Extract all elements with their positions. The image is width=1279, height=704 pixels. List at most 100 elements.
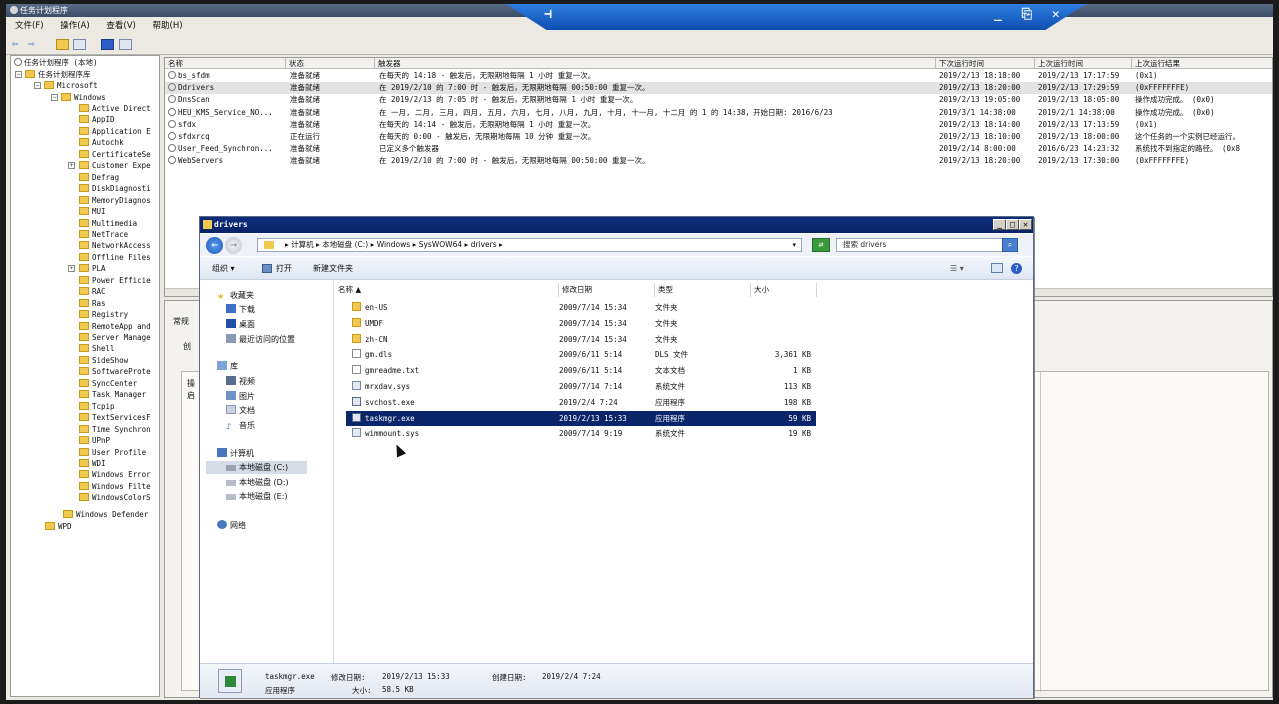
- nav-drive-d[interactable]: 本地磁盘 (D:): [226, 476, 289, 489]
- help-icon[interactable]: [101, 39, 114, 50]
- tree-item[interactable]: User Profile: [79, 447, 146, 458]
- back-arrow-icon[interactable]: ⇦: [12, 38, 25, 50]
- show-action-pane-icon[interactable]: [119, 39, 132, 50]
- new-folder-button[interactable]: 新建文件夹: [313, 257, 353, 280]
- menu-file[interactable]: 文件(F): [15, 21, 44, 31]
- address-bar[interactable]: ▸ 计算机 ▸ 本地磁盘 (C:) ▸ Windows ▸ SysWOW64 ▸…: [257, 238, 802, 252]
- tree-item[interactable]: UPnP: [79, 435, 110, 446]
- dropdown-arrow-icon[interactable]: ▾: [792, 239, 796, 251]
- file-row[interactable]: gmreadme.txt 2009/6/11 5:14 文本文档 1 KB: [346, 363, 816, 378]
- tree-windows[interactable]: Windows: [61, 92, 106, 103]
- tree-item[interactable]: PLA: [79, 263, 106, 274]
- open-button[interactable]: 打开: [276, 257, 292, 280]
- expand-toggle[interactable]: +: [68, 265, 75, 273]
- file-row[interactable]: en-US 2009/7/14 15:34 文件夹: [346, 300, 816, 315]
- task-row[interactable]: bs_sfdm 准备就绪 在每天的 14:18 - 触发后，无限期地每隔 1 小时 …: [165, 70, 1272, 82]
- file-row[interactable]: mrxdav.sys 2009/7/14 7:14 系统文件 113 KB: [346, 379, 816, 394]
- nav-favorites[interactable]: ★ 收藏夹: [217, 289, 254, 302]
- task-row[interactable]: HEU_KMS_Service_NO... 准备就绪 在 一月, 二月, 三月, 四…: [165, 107, 1272, 119]
- tree-windows-defender[interactable]: Windows Defender: [63, 509, 148, 520]
- tree-item[interactable]: SyncCenter: [79, 378, 137, 389]
- preview-pane-icon[interactable]: [991, 263, 1003, 273]
- tree-item[interactable]: Windows Filte: [79, 481, 151, 492]
- column-size[interactable]: 大小: [751, 283, 817, 297]
- tree-wpd[interactable]: WPD: [45, 521, 72, 532]
- tree-item[interactable]: Multimedia: [79, 218, 137, 229]
- tree-item[interactable]: Customer Expe: [79, 160, 151, 171]
- file-row[interactable]: gm.dls 2009/6/11 5:14 DLS 文件 3,361 KB: [346, 347, 816, 362]
- task-row[interactable]: Ddrivers 准备就绪 在 2019/2/10 的 7:00 时 - 触发后，无…: [165, 82, 1272, 95]
- file-row[interactable]: zh-CN 2009/7/14 15:34 文件夹: [346, 332, 816, 347]
- expand-toggle[interactable]: +: [68, 162, 75, 170]
- nav-computer[interactable]: 计算机: [217, 447, 254, 460]
- task-row[interactable]: sfdxrcq 正在运行 在每天的 0:00 - 触发后，无限期地每隔 10 分钟 …: [165, 131, 1272, 143]
- tree-item[interactable]: Offline Files: [79, 252, 151, 263]
- file-row[interactable]: taskmgr.exe 2019/2/13 15:33 应用程序 59 KB: [346, 410, 816, 426]
- nav-pictures[interactable]: 图片: [226, 390, 255, 403]
- column-type[interactable]: 类型: [655, 283, 751, 297]
- tree-item[interactable]: Windows Error: [79, 469, 151, 480]
- explorer-titlebar[interactable]: drivers _ □ ✕: [200, 217, 1033, 233]
- nav-drive-e[interactable]: 本地磁盘 (E:): [226, 490, 288, 503]
- nav-network[interactable]: 网络: [217, 519, 246, 532]
- tree-item[interactable]: Time Synchron: [79, 424, 151, 435]
- forward-button[interactable]: →: [225, 237, 242, 254]
- column-header-last-result[interactable]: 上次运行结果: [1132, 58, 1272, 69]
- collapse-toggle[interactable]: −: [51, 94, 58, 101]
- organize-button[interactable]: 组织 ▾: [212, 257, 235, 280]
- task-row[interactable]: sfdx 准备就绪 在每天的 14:14 - 触发后，无限期地每隔 1 小时 重复一…: [165, 119, 1272, 131]
- search-input[interactable]: 搜索 drivers ⌕: [836, 238, 1018, 252]
- tree-task-library[interactable]: 任务计划程序库: [25, 69, 91, 80]
- file-row[interactable]: UMDF 2009/7/14 15:34 文件夹: [346, 316, 816, 331]
- forward-arrow-icon[interactable]: ⇨: [28, 38, 41, 50]
- nav-videos[interactable]: 视频: [226, 375, 255, 388]
- back-button[interactable]: ←: [206, 237, 223, 254]
- nav-drive-c[interactable]: 本地磁盘 (C:): [206, 461, 307, 474]
- tree-item[interactable]: NetworkAccess: [79, 240, 151, 251]
- tree-item[interactable]: Registry: [79, 309, 128, 320]
- folder-up-icon[interactable]: [56, 39, 69, 50]
- tree-item[interactable]: MemoryDiagnos: [79, 195, 151, 206]
- tab-general[interactable]: 常规: [173, 316, 189, 327]
- tree-item[interactable]: WindowsColorS: [79, 492, 151, 503]
- minimize-button[interactable]: _: [993, 219, 1006, 230]
- collapse-toggle[interactable]: −: [15, 71, 22, 78]
- tree-item[interactable]: AppID: [79, 114, 115, 125]
- tree-root[interactable]: 任务计划程序 (本地): [14, 57, 98, 68]
- show-hide-tree-icon[interactable]: [73, 39, 86, 50]
- file-row[interactable]: svchost.exe 2019/2/4 7:24 应用程序 198 KB: [346, 395, 816, 410]
- tree-item[interactable]: Application E: [79, 126, 151, 137]
- tree-item[interactable]: Task Manager: [79, 389, 146, 400]
- tree-item[interactable]: Power Efficie: [79, 275, 151, 286]
- collapse-toggle[interactable]: −: [34, 82, 41, 89]
- nav-music[interactable]: ♪ 音乐: [226, 419, 255, 432]
- tree-item[interactable]: Tcpip: [79, 401, 115, 412]
- file-row[interactable]: wimmount.sys 2009/7/14 9:19 系统文件 19 KB: [346, 426, 816, 441]
- tree-item[interactable]: Active Direct: [79, 103, 151, 114]
- help-icon[interactable]: ?: [1011, 263, 1022, 274]
- column-header-last-run[interactable]: 上次运行时间: [1035, 58, 1132, 69]
- menu-view[interactable]: 查看(V): [106, 21, 135, 31]
- view-options-icon[interactable]: ☰ ▾: [950, 257, 964, 280]
- maximize-button[interactable]: □: [1006, 219, 1019, 230]
- column-name[interactable]: 名称 ▲: [335, 283, 559, 297]
- tree-item[interactable]: CertificateSe: [79, 149, 151, 160]
- tree-item[interactable]: SideShow: [79, 355, 128, 366]
- column-header-trigger[interactable]: 触发器: [375, 58, 936, 69]
- tree-item[interactable]: SoftwareProte: [79, 366, 151, 377]
- column-header-next-run[interactable]: 下次运行时间: [936, 58, 1035, 69]
- column-header-name[interactable]: 名称: [165, 58, 286, 69]
- tree-item[interactable]: Shell: [79, 343, 115, 354]
- tree-item[interactable]: RemoteApp and: [79, 321, 151, 332]
- tree-item[interactable]: TextServicesF: [79, 412, 151, 423]
- close-button[interactable]: ✕: [1019, 219, 1032, 230]
- task-row[interactable]: WebServers 准备就绪 在 2019/2/10 的 7:00 时 - 触发后…: [165, 155, 1272, 167]
- tree-item[interactable]: DiskDiagnosti: [79, 183, 151, 194]
- column-header-status[interactable]: 状态: [286, 58, 375, 69]
- task-row[interactable]: DnsScan 准备就绪 在 2019/2/13 的 7:05 时 - 触发后，无限…: [165, 94, 1272, 106]
- tree-item[interactable]: WDI: [79, 458, 106, 469]
- tree-item[interactable]: Ras: [79, 298, 106, 309]
- tree-item[interactable]: Defrag: [79, 172, 119, 183]
- nav-recent[interactable]: 最近访问的位置: [226, 333, 295, 346]
- menu-action[interactable]: 操作(A): [60, 21, 89, 31]
